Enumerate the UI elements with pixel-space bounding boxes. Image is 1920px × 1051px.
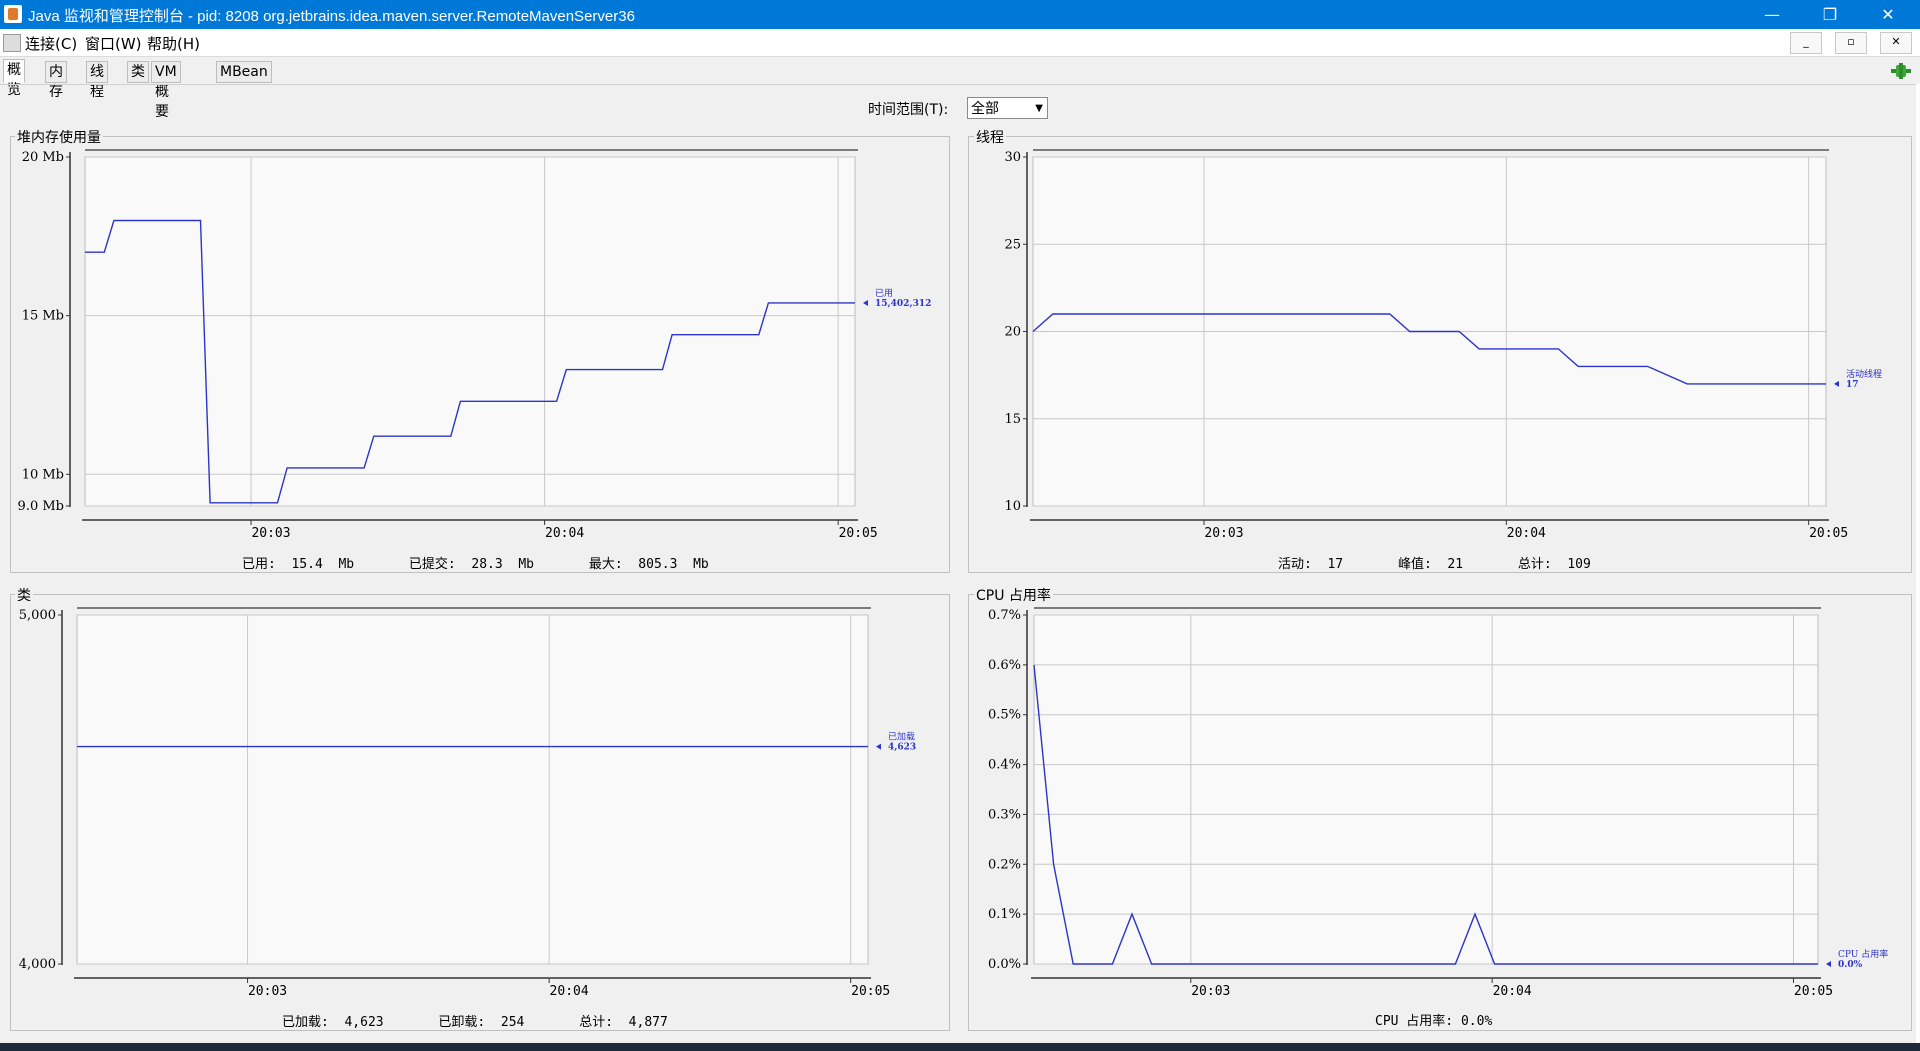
x-tick-label: 20:03 [1191,984,1230,999]
x-tick-label: 20:05 [1794,984,1833,999]
x-tick-label: 20:04 [1493,984,1532,999]
taskbar-strip [0,1043,1920,1051]
y-tick-label: 0.5% [988,708,1021,723]
cpu-stats: CPU 占用率: 0.0% [1375,1010,1492,1029]
cpu-usage-label: CPU 占用率: [1375,1014,1454,1029]
series-marker-value: 0.0% [1838,960,1863,970]
y-tick-label: 0.3% [988,807,1021,822]
cpu-chart-svg: 0.7% 0.6% 0.5% 0.4% 0.3% 0.2% 0.1% 0.0% 20:03 20:… [988,607,1888,999]
series-marker-arrow [1826,961,1831,967]
y-tick-label: 0.6% [988,658,1021,673]
y-tick-label: 0.0% [988,957,1021,972]
y-tick-label: 0.7% [988,608,1021,623]
y-tick-label: 0.1% [988,907,1021,922]
plot-area [1033,614,1819,965]
series-marker-label: CPU 占用率 [1838,948,1888,960]
y-tick-label: 0.2% [988,857,1021,872]
y-tick-label: 0.4% [988,758,1021,773]
cpu-usage-value: 0.0% [1460,1014,1493,1029]
